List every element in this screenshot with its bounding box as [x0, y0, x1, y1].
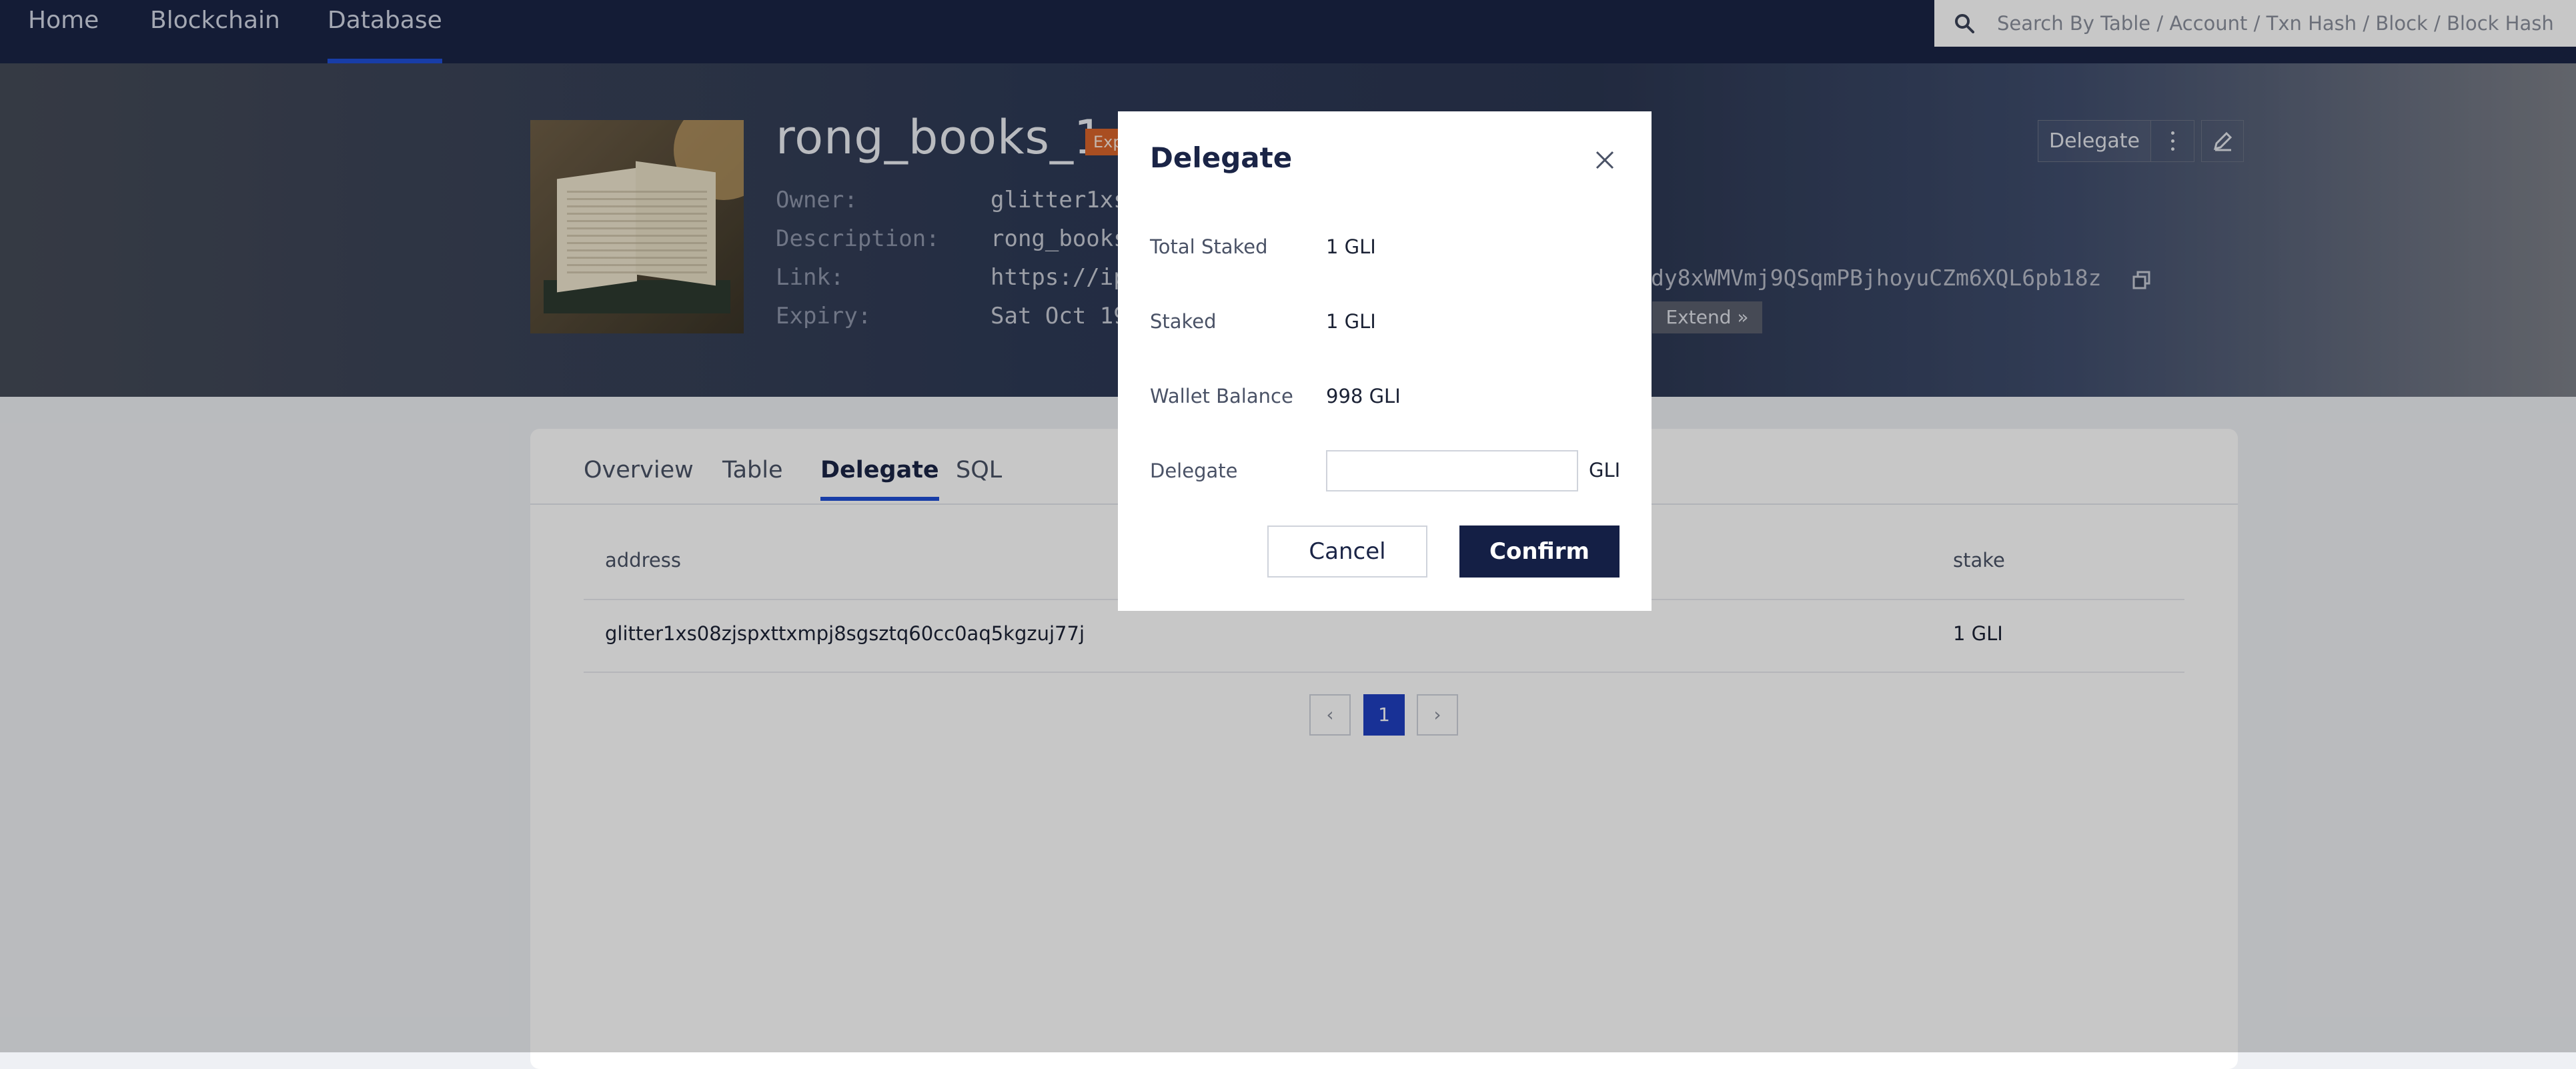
delegate-unit: GLI — [1589, 459, 1621, 481]
staked-label: Staked — [1150, 310, 1217, 333]
delegate-amount-label: Delegate — [1150, 459, 1238, 482]
delegate-amount-input[interactable] — [1326, 450, 1578, 491]
close-icon[interactable] — [1593, 148, 1617, 172]
delegate-modal: Delegate Total Staked 1 GLI Staked 1 GLI… — [1118, 111, 1652, 611]
total-staked-value: 1 GLI — [1326, 235, 1376, 258]
total-staked-label: Total Staked — [1150, 235, 1268, 258]
wallet-balance-value: 998 GLI — [1326, 385, 1401, 407]
modal-title: Delegate — [1150, 141, 1293, 174]
cancel-button[interactable]: Cancel — [1267, 525, 1427, 578]
staked-value: 1 GLI — [1326, 310, 1376, 333]
confirm-button[interactable]: Confirm — [1459, 525, 1620, 578]
wallet-balance-label: Wallet Balance — [1150, 385, 1293, 407]
